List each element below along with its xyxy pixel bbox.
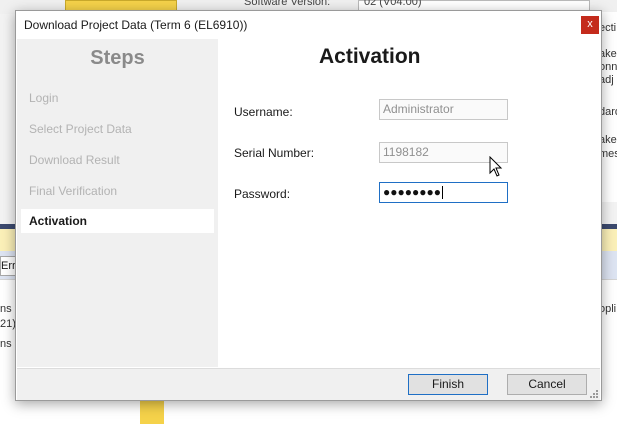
background-yellow-block [140, 400, 164, 424]
text-caret [441, 186, 443, 200]
password-label: Password: [234, 187, 291, 201]
download-project-dialog: Download Project Data (Term 6 (EL6910)) … [15, 10, 602, 401]
page-title: Activation [319, 45, 421, 68]
serial-number-label: Serial Number: [234, 146, 315, 160]
password-value: ●●●●●●●● [383, 185, 441, 199]
steps-heading: Steps [90, 47, 145, 69]
finish-button[interactable]: Finish [408, 374, 488, 395]
background-output-text: ns | [0, 338, 16, 350]
dialog-footer: Finish Cancel [17, 368, 600, 400]
step-login: Login [29, 91, 59, 105]
username-field[interactable]: Administrator [379, 99, 508, 120]
background-version-label: Software Version: [244, 0, 331, 8]
step-final-verification: Final Verification [29, 184, 118, 198]
background-output-text: ns | [0, 303, 16, 315]
background-version-value: 02 (V04.00) [364, 0, 422, 8]
dialog-titlebar[interactable]: Download Project Data (Term 6 (EL6910)) … [16, 11, 601, 38]
password-field[interactable]: ●●●●●●●● [379, 182, 508, 203]
username-label: Username: [234, 105, 293, 119]
step-activation: Activation [21, 209, 214, 233]
close-button[interactable]: x [581, 16, 599, 34]
steps-panel: Steps Login Select Project Data Download… [17, 39, 218, 367]
step-download-result: Download Result [29, 153, 120, 167]
resize-grip-icon[interactable] [588, 388, 598, 398]
close-icon: x [587, 18, 593, 30]
dialog-title: Download Project Data (Term 6 (EL6910)) [24, 18, 248, 32]
mouse-pointer-icon [489, 156, 503, 177]
step-select-project-data: Select Project Data [29, 122, 132, 136]
cancel-button[interactable]: Cancel [507, 374, 587, 395]
background-output-text: 21). [0, 318, 16, 330]
